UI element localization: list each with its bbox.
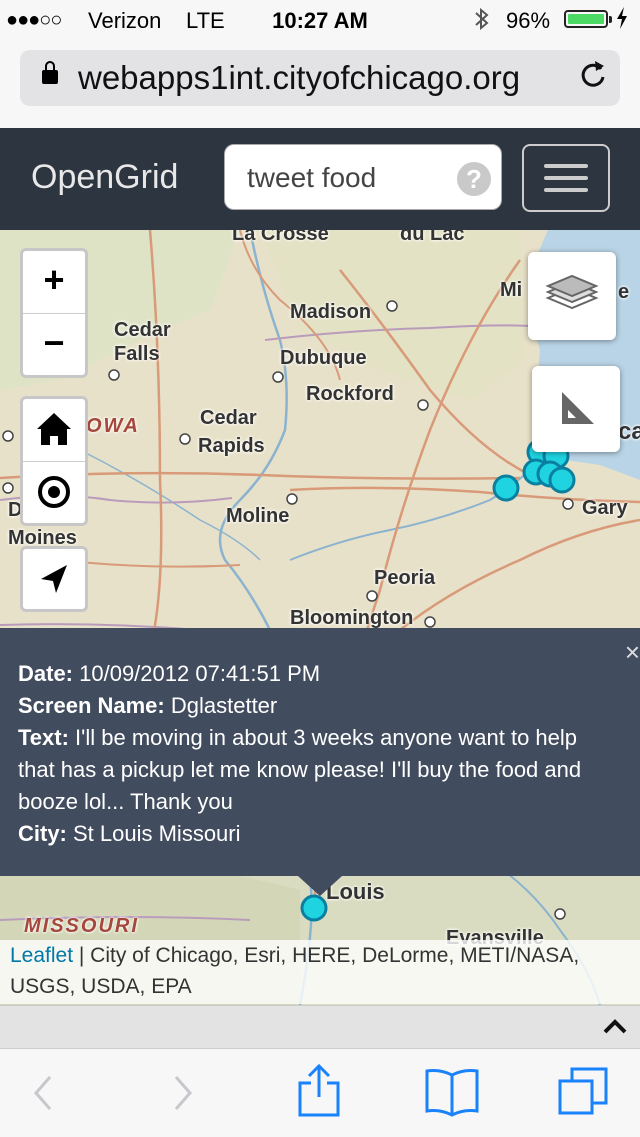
chevron-up-icon[interactable] — [602, 1012, 628, 1043]
panel-expander[interactable] — [0, 1005, 640, 1049]
address-bar[interactable]: webapps1int.cityofchicago.org — [20, 50, 620, 106]
forward-chevron-icon[interactable] — [168, 1073, 198, 1113]
popup-tip — [298, 876, 342, 896]
back-chevron-icon[interactable] — [28, 1073, 58, 1113]
view-control — [20, 396, 88, 526]
ruler-triangle-icon — [562, 392, 594, 424]
lock-icon — [42, 61, 58, 84]
tabs-icon[interactable] — [556, 1065, 610, 1119]
charging-icon — [616, 7, 628, 35]
battery-percent: 96% — [506, 8, 551, 33]
search-box[interactable]: ? — [224, 144, 502, 210]
tweet-popup: × Date: 10/09/2012 07:41:51 PM Screen Na… — [0, 628, 640, 876]
close-icon[interactable]: × — [625, 636, 640, 668]
help-icon[interactable]: ? — [457, 162, 491, 196]
map-label-gary: Gary — [582, 497, 628, 519]
layers-icon — [545, 274, 599, 310]
browser-address-area: webapps1int.cityofchicago.org — [0, 40, 640, 128]
reload-icon[interactable] — [578, 57, 608, 100]
map-label-right-edge: e — [618, 281, 630, 303]
map-label-rockford: Rockford — [306, 383, 394, 405]
map-label-dubuque: Dubuque — [280, 347, 367, 369]
map-label-moline: Moline — [226, 505, 290, 527]
navigation-arrow-icon — [41, 565, 67, 593]
popup-date: Date: 10/09/2012 07:41:51 PM — [18, 661, 321, 686]
map-label-peoria: Peoria — [374, 567, 436, 589]
status-bar: ●●●○○ Verizon LTE 10:27 AM 96% — [0, 0, 640, 40]
map-label-iowa: OWA — [86, 415, 140, 437]
map-label-missouri: MISSOURI — [24, 915, 139, 937]
browser-toolbar — [0, 1048, 640, 1137]
popup-text: Text: I'll be moving in about 3 weeks an… — [18, 725, 582, 814]
map-label-cedar-falls-2: Falls — [114, 343, 160, 365]
locate-button[interactable] — [23, 461, 85, 522]
map-label-madison: Madison — [290, 301, 372, 323]
leaflet-link[interactable]: Leaflet — [10, 944, 73, 967]
popup-city: City: St Louis Missouri — [18, 821, 241, 846]
map-attribution: Leaflet | City of Chicago, Esri, HERE, D… — [0, 940, 640, 1004]
app-navbar: OpenGrid ? — [0, 128, 640, 230]
zoom-control: + − — [20, 248, 88, 378]
navigate-button[interactable] — [23, 549, 85, 609]
hamburger-menu-button[interactable] — [522, 144, 610, 212]
bluetooth-icon — [474, 6, 490, 38]
map-label-chicago: ca — [618, 418, 640, 445]
brand-logo[interactable]: OpenGrid — [31, 158, 178, 197]
home-button[interactable] — [23, 399, 85, 459]
map-label-fond-du-lac: du Lac — [400, 230, 465, 245]
zoom-out-button[interactable]: − — [23, 313, 85, 374]
map-label-cedar-rapids-1: Cedar — [200, 407, 257, 429]
battery-icon — [564, 10, 612, 28]
navigation-control — [20, 546, 88, 612]
popup-screen-name: Screen Name: Dglastetter — [18, 693, 278, 718]
attribution-sources: | City of Chicago, Esri, HERE, DeLorme, … — [10, 944, 580, 998]
share-icon[interactable] — [296, 1063, 342, 1119]
book-icon[interactable] — [424, 1067, 480, 1117]
home-icon — [37, 413, 71, 445]
layers-button[interactable] — [528, 252, 616, 340]
target-icon — [38, 476, 70, 508]
search-input[interactable] — [245, 159, 449, 197]
map-label-la-crosse: La Crosse — [232, 230, 329, 245]
url-text[interactable]: webapps1int.cityofchicago.org — [78, 59, 520, 97]
map-label-cedar-rapids-2: Rapids — [198, 435, 265, 457]
popup-content: Date: 10/09/2012 07:41:51 PM Screen Name… — [18, 658, 618, 850]
map-label-milwaukee: Mi — [500, 279, 523, 301]
zoom-in-button[interactable]: + — [23, 251, 85, 311]
map-label-cedar-falls-1: Cedar — [114, 319, 171, 341]
measure-button[interactable] — [532, 366, 620, 452]
map-label-bloomington: Bloomington — [290, 607, 414, 629]
